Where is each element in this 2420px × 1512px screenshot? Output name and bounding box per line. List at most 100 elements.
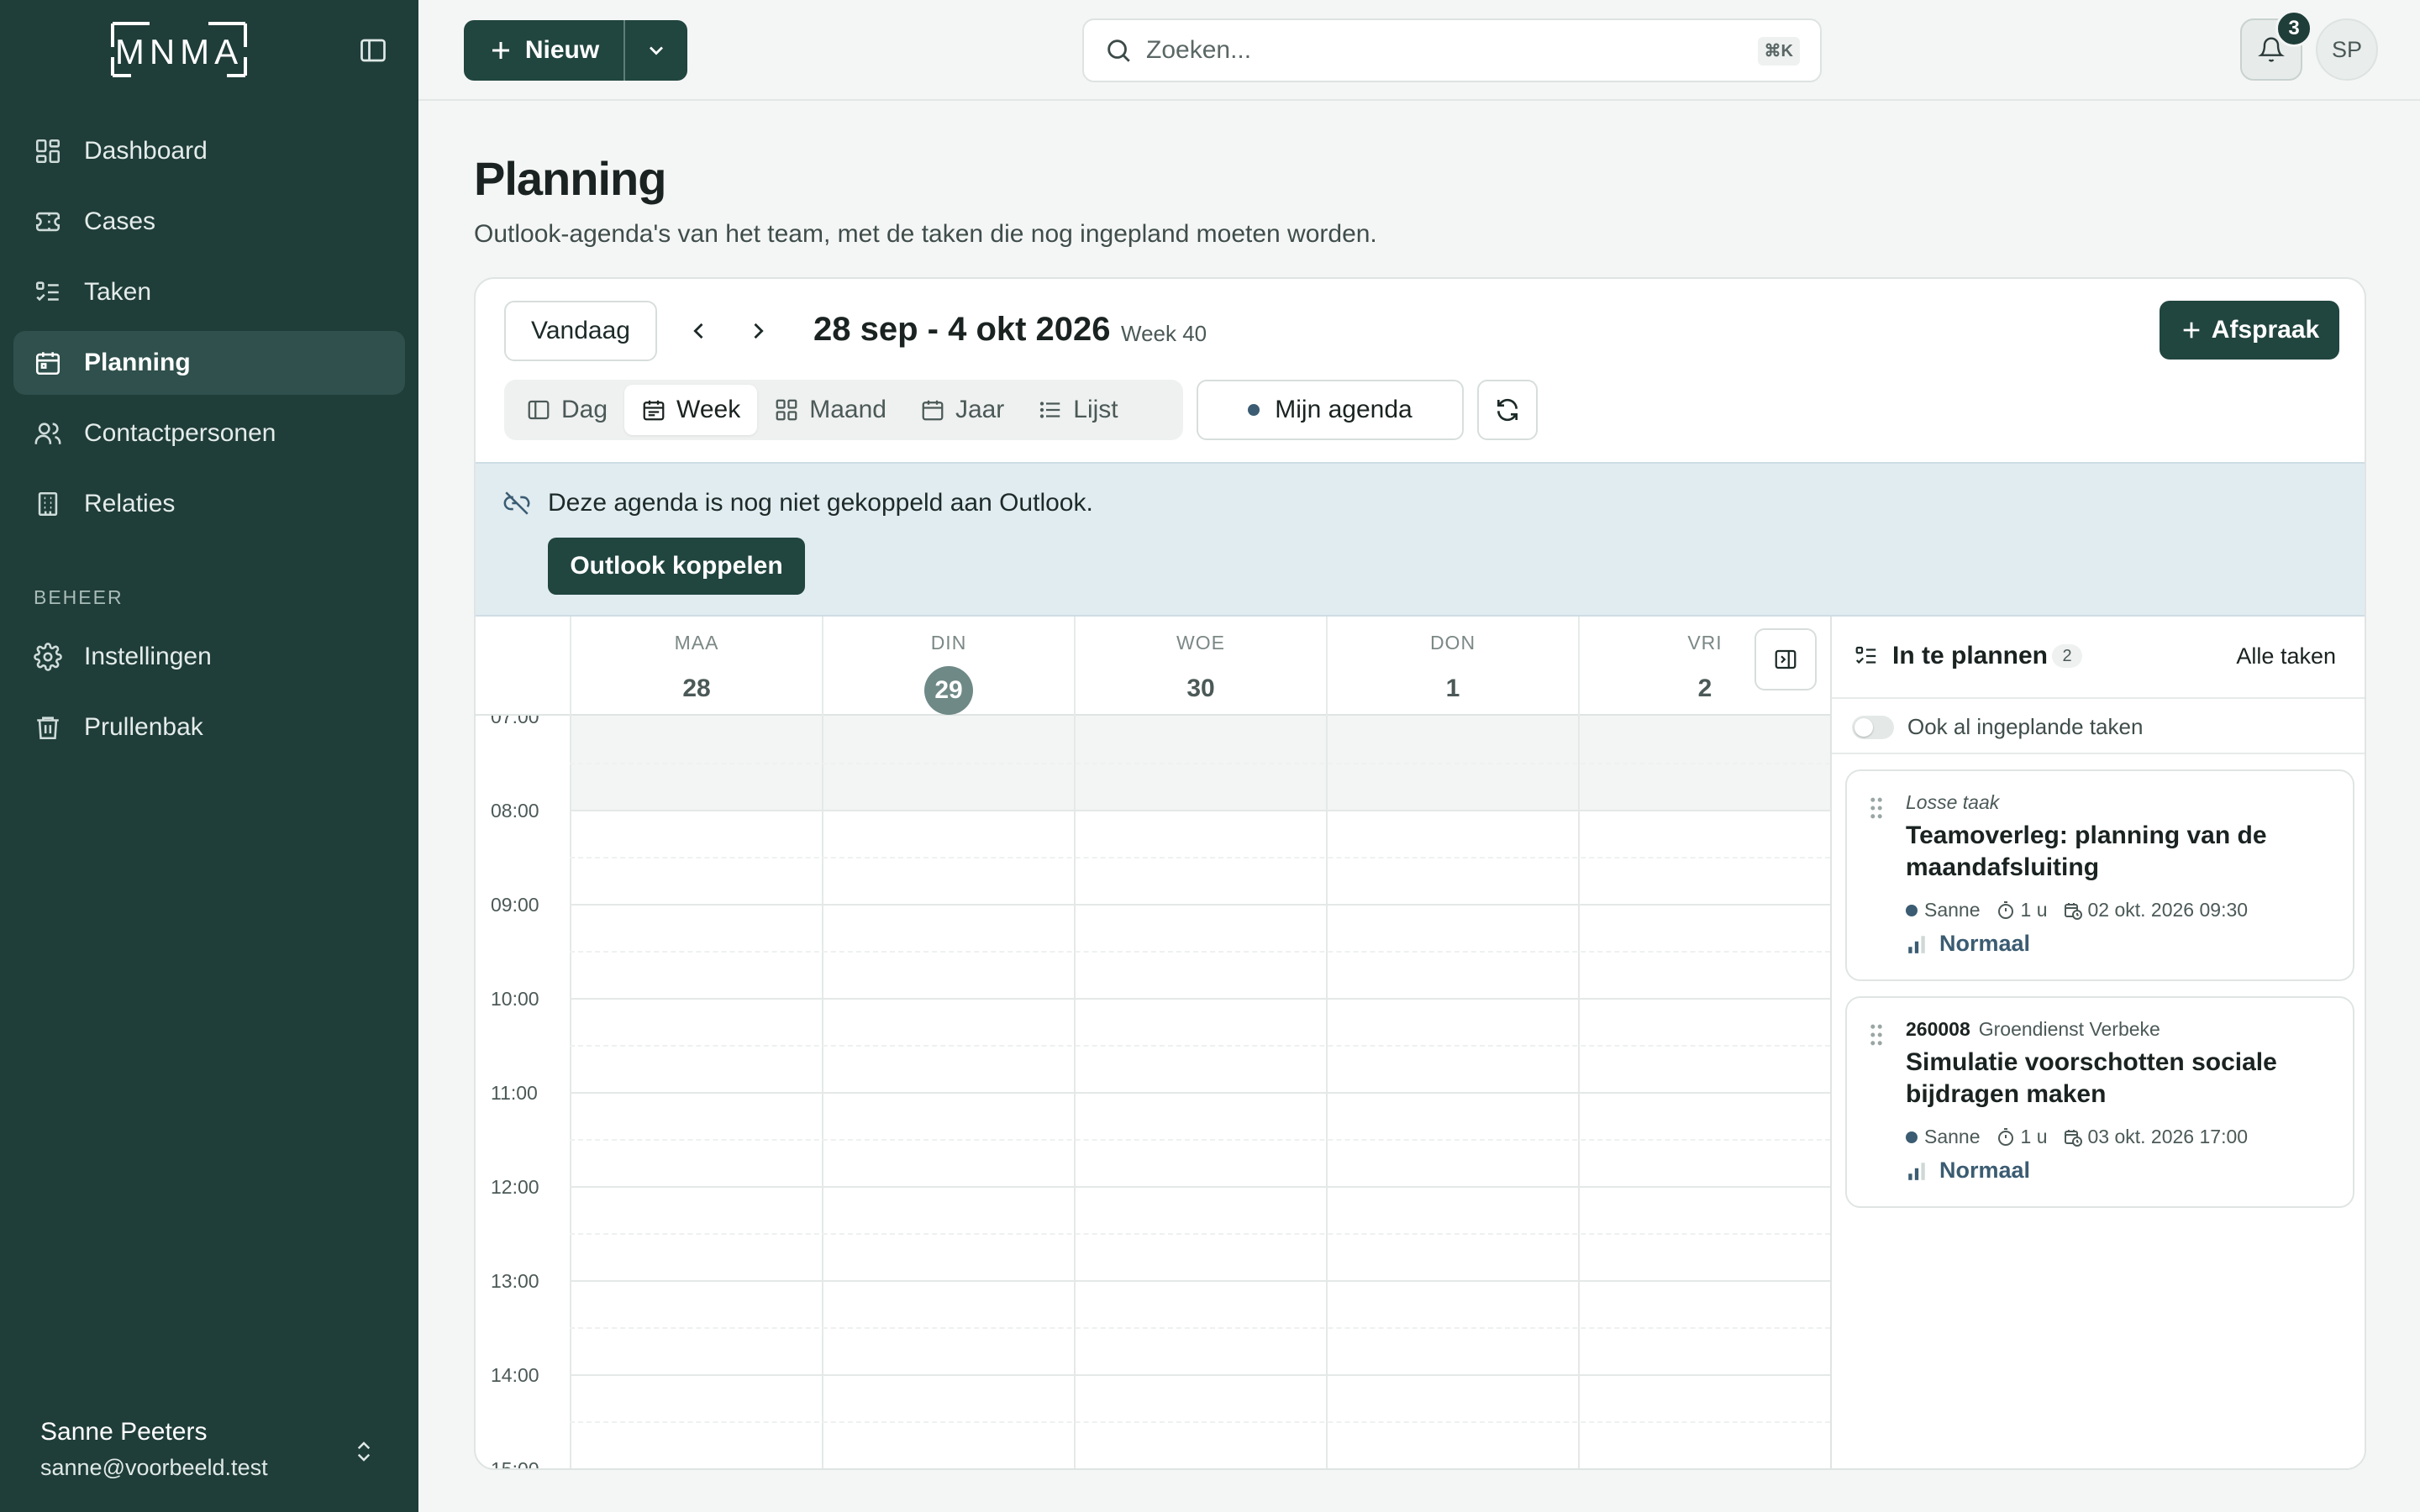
drag-handle-icon[interactable]	[1869, 1023, 1884, 1047]
signal-bars-icon	[1906, 933, 1928, 955]
view-tab-label: Maand	[809, 396, 886, 423]
sidebar-item-instellingen[interactable]: Instellingen	[13, 625, 405, 689]
case-number[interactable]: 260008	[1906, 1018, 1970, 1040]
chevron-down-icon	[644, 39, 668, 62]
time-label: 13:00	[491, 1270, 539, 1292]
main-nav: Dashboard Cases Taken Planning Contactpe…	[13, 119, 405, 543]
view-tab-lijst[interactable]: Lijst	[1021, 385, 1134, 435]
new-button-group: Nieuw	[464, 20, 687, 81]
half-hour-line	[570, 1139, 1830, 1141]
sidebar-item-relaties[interactable]: Relaties	[13, 472, 405, 536]
time-label: 15:00	[491, 1458, 539, 1470]
day-number: 1	[1445, 675, 1460, 702]
half-hour-line	[570, 1421, 1830, 1423]
day-header-mon[interactable]: MAA 28	[570, 617, 822, 716]
calendar-icon	[920, 397, 945, 423]
day-name: MAA	[674, 632, 719, 654]
new-appointment-button[interactable]: Afspraak	[2160, 301, 2339, 360]
chevron-right-icon	[746, 319, 770, 343]
notification-badge: 3	[2275, 10, 2312, 47]
search-box[interactable]: ⌘K	[1082, 18, 1822, 82]
today-button[interactable]: Vandaag	[504, 301, 657, 361]
user-profile[interactable]: Sanne Peeters sanne@voorbeeld.test	[40, 1418, 268, 1481]
half-hour-line	[570, 1233, 1830, 1235]
refresh-icon	[1494, 396, 1521, 423]
hour-line	[570, 904, 1830, 906]
day-header-thu[interactable]: DON 1	[1326, 617, 1578, 716]
calendar-icon	[34, 349, 62, 377]
time-grid[interactable]: 07:00 08:00 09:00 10:00 11:00 12:00 13:0…	[476, 716, 1830, 1470]
time-label: 08:00	[491, 800, 539, 822]
ticket-icon	[34, 207, 62, 236]
task-card[interactable]: 260008 Groendienst Verbeke Simulatie voor…	[1845, 996, 2354, 1208]
sidebar-collapse-icon[interactable]	[358, 35, 388, 66]
half-hour-line	[570, 1045, 1830, 1047]
refresh-button[interactable]	[1477, 380, 1538, 440]
day-number: 28	[682, 675, 711, 702]
tasks-panel-header: In te plannen 2 Alle taken	[1832, 617, 2365, 699]
search-shortcut: ⌘K	[1757, 37, 1800, 66]
sidebar-item-label: Relaties	[84, 490, 176, 517]
tasks-icon	[34, 278, 62, 307]
toggle-knob	[1854, 718, 1873, 737]
search-input[interactable]	[1146, 36, 1718, 65]
new-dropdown-button[interactable]	[623, 20, 687, 81]
plus-icon	[2180, 318, 2203, 342]
date-range: 28 sep - 4 okt 2026	[813, 311, 1111, 348]
new-button[interactable]: Nieuw	[464, 20, 623, 81]
day-header-wed[interactable]: WOE 30	[1074, 617, 1326, 716]
sidebar-item-contactpersonen[interactable]: Contactpersonen	[13, 402, 405, 465]
task-type: Losse taak	[1906, 791, 2000, 813]
gear-icon	[34, 643, 62, 671]
day-name: DON	[1429, 632, 1476, 654]
view-tab-week[interactable]: Week	[624, 385, 758, 435]
sidebar-item-dashboard[interactable]: Dashboard	[13, 119, 405, 183]
avatar[interactable]: SP	[2316, 18, 2378, 81]
connect-outlook-button[interactable]: Outlook koppelen	[548, 538, 805, 595]
day-header-tue[interactable]: DIN 29	[822, 617, 1074, 716]
banner-text: Deze agenda is nog niet gekoppeld aan Ou…	[548, 489, 1093, 517]
show-scheduled-toggle[interactable]	[1852, 716, 1894, 739]
time-label: 12:00	[491, 1176, 539, 1198]
signal-bars-icon	[1906, 1160, 1928, 1182]
sidebar-item-prullenbak[interactable]: Prullenbak	[13, 696, 405, 759]
time-label: 14:00	[491, 1364, 539, 1386]
week-number: Week 40	[1121, 321, 1207, 346]
app-logo[interactable]: MNMA	[109, 20, 249, 79]
chevrons-up-down-icon[interactable]	[351, 1436, 376, 1467]
view-tab-maand[interactable]: Maand	[757, 385, 903, 435]
view-tab-label: Dag	[561, 396, 608, 423]
task-due-date: 03 okt. 2026 17:00	[2087, 1126, 2249, 1147]
day-number: 30	[1186, 675, 1215, 702]
half-hour-line	[570, 857, 1830, 858]
view-tab-label: Lijst	[1073, 396, 1118, 423]
prev-week-button[interactable]	[681, 312, 718, 349]
toggle-task-panel-button[interactable]	[1754, 628, 1817, 690]
tasks-count-badge: 2	[2052, 644, 2082, 668]
page-subtitle: Outlook-agenda's van het team, met de ta…	[474, 220, 1377, 248]
task-info-row: Sanne 1 u 02 okt. 2026 09:30	[1906, 899, 2248, 921]
view-tab-dag[interactable]: Dag	[509, 385, 624, 435]
half-hour-line	[570, 951, 1830, 953]
new-button-label: Nieuw	[524, 36, 600, 64]
owner-color-dot	[1906, 904, 1918, 916]
calendar-week-icon	[641, 397, 666, 423]
svg-text:MNMA: MNMA	[115, 32, 243, 71]
sidebar-item-cases[interactable]: Cases	[13, 190, 405, 254]
priority-label: Normaal	[1939, 1158, 2031, 1183]
dashboard-icon	[34, 137, 62, 165]
agenda-select-button[interactable]: Mijn agenda	[1197, 380, 1464, 440]
admin-nav: Instellingen Prullenbak	[13, 625, 405, 766]
task-card[interactable]: Losse taak Teamoverleg: planning van de …	[1845, 769, 2354, 981]
trash-icon	[34, 713, 62, 742]
sidebar-item-taken[interactable]: Taken	[13, 260, 405, 324]
sidebar-item-label: Planning	[84, 349, 191, 376]
task-duration: 1 u	[2020, 1126, 2048, 1147]
user-email: sanne@voorbeeld.test	[40, 1455, 268, 1480]
all-tasks-link[interactable]: Alle taken	[2236, 643, 2336, 669]
drag-handle-icon[interactable]	[1869, 796, 1884, 820]
sidebar-item-planning[interactable]: Planning	[13, 331, 405, 395]
view-tab-jaar[interactable]: Jaar	[903, 385, 1021, 435]
tasks-panel-title: In te plannen	[1892, 642, 2049, 669]
next-week-button[interactable]	[739, 312, 776, 349]
